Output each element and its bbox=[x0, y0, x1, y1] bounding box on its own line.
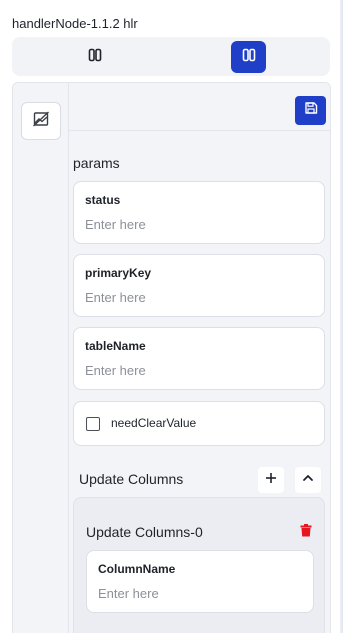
layout-toggle-right-button[interactable] bbox=[231, 41, 266, 73]
table-name-input[interactable] bbox=[85, 361, 310, 379]
update-column-item-title: Update Columns-0 bbox=[86, 524, 203, 540]
image-toggle-button[interactable] bbox=[21, 102, 61, 140]
status-field: status bbox=[73, 181, 325, 244]
params-toolbar bbox=[69, 83, 330, 131]
table-name-field-label: tableName bbox=[85, 339, 146, 353]
update-columns-title: Update Columns bbox=[79, 471, 184, 487]
column-name-field: ColumnName bbox=[86, 550, 314, 613]
status-input[interactable] bbox=[85, 215, 310, 233]
need-clear-value-card: needClearValue bbox=[73, 401, 325, 446]
side-column bbox=[13, 83, 69, 633]
column-name-input[interactable] bbox=[98, 584, 303, 602]
delete-column-button[interactable] bbox=[298, 524, 314, 542]
chevron-up-icon bbox=[302, 471, 314, 489]
collapse-columns-button[interactable] bbox=[295, 467, 321, 493]
need-clear-value-label: needClearValue bbox=[111, 416, 197, 430]
node-title: handlerNode-1.1.2 hlr bbox=[12, 16, 138, 31]
add-column-button[interactable] bbox=[258, 467, 284, 493]
trash-icon bbox=[300, 524, 312, 542]
image-off-icon bbox=[32, 110, 50, 133]
primary-key-field-label: primaryKey bbox=[85, 266, 152, 280]
plus-icon bbox=[265, 471, 277, 489]
editor-panel: params status primaryKey tableName needC… bbox=[12, 82, 331, 633]
layout-toggle-left-button[interactable] bbox=[77, 41, 112, 73]
split-columns-icon bbox=[88, 48, 102, 67]
status-field-label: status bbox=[85, 193, 121, 207]
primary-key-input[interactable] bbox=[85, 288, 310, 306]
table-name-field: tableName bbox=[73, 327, 325, 390]
view-toggle-bar bbox=[12, 37, 330, 76]
split-columns-icon bbox=[242, 48, 256, 67]
params-section-title: params bbox=[73, 155, 120, 171]
save-icon bbox=[304, 101, 318, 120]
update-column-item: Update Columns-0 ColumnName bbox=[73, 497, 325, 633]
save-button[interactable] bbox=[295, 96, 326, 125]
params-column: params status primaryKey tableName needC… bbox=[69, 83, 330, 633]
need-clear-value-checkbox[interactable] bbox=[86, 417, 100, 431]
primary-key-field: primaryKey bbox=[73, 254, 325, 317]
column-name-field-label: ColumnName bbox=[98, 562, 176, 576]
